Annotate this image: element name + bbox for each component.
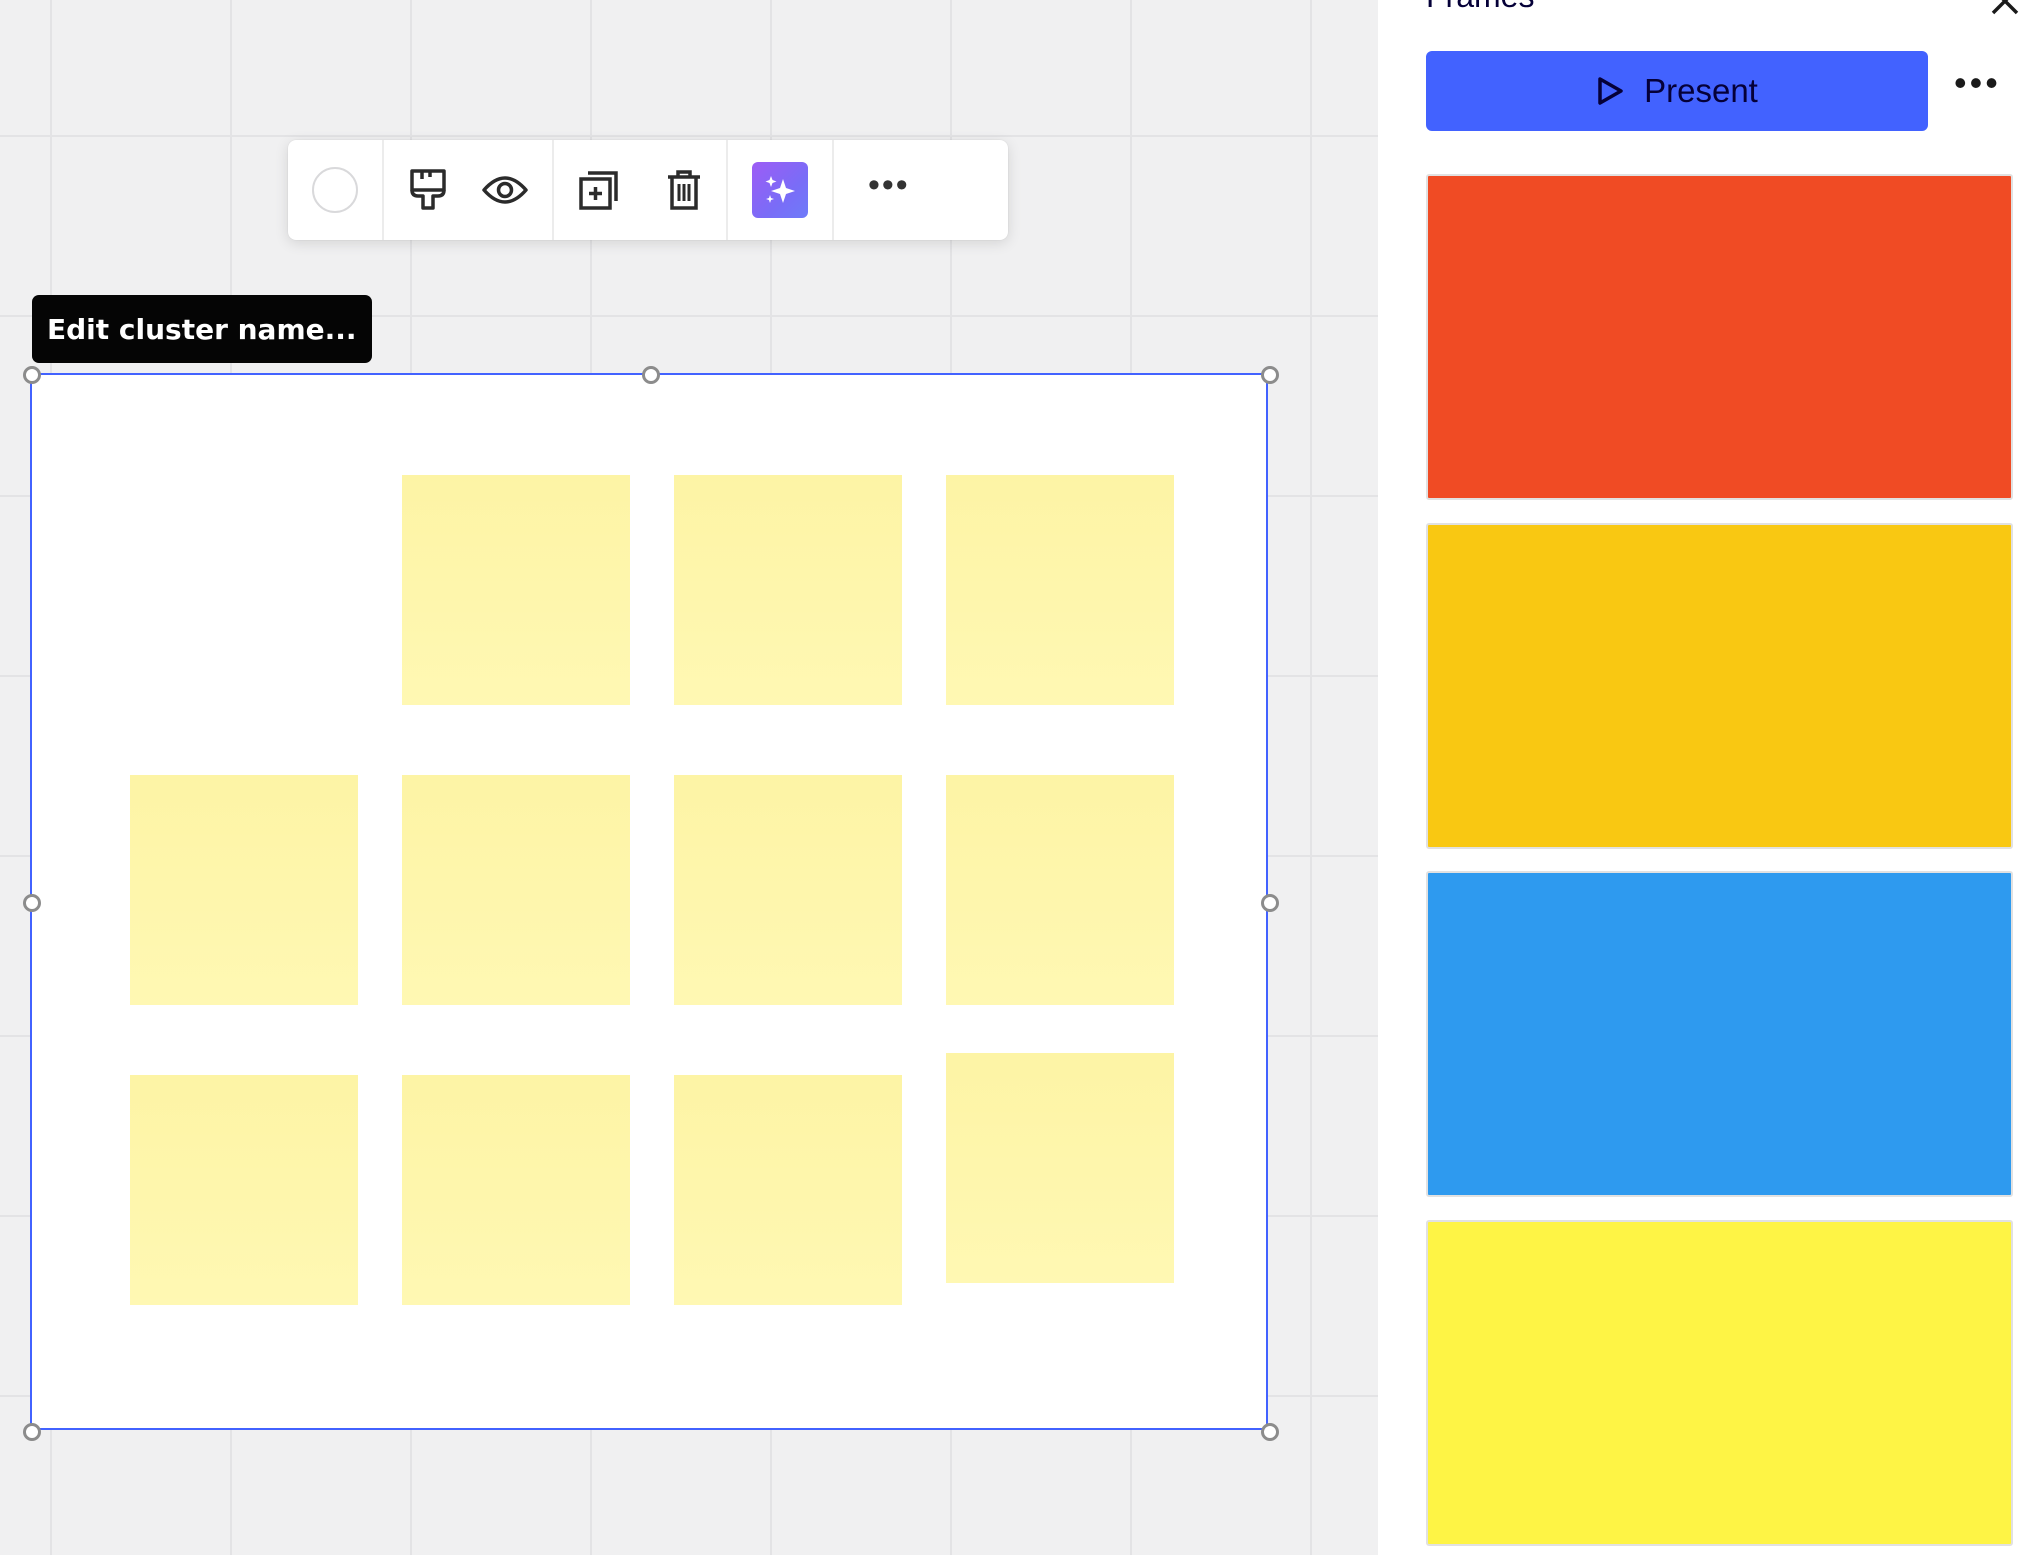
sticky-cluster[interactable] bbox=[23, 366, 1279, 1441]
sticky-note[interactable] bbox=[130, 1075, 358, 1305]
board-canvas[interactable]: ••• Edit cluster name... bbox=[0, 0, 1378, 1555]
sticky-note[interactable] bbox=[946, 775, 1174, 1005]
ai-sparkle-icon bbox=[765, 176, 795, 203]
frames-panel: Frames Present ••• bbox=[1378, 0, 2037, 1555]
sticky-note[interactable] bbox=[946, 475, 1174, 705]
frame-thumbnail-orange[interactable] bbox=[1426, 523, 2013, 849]
view-button[interactable] bbox=[482, 175, 528, 205]
resize-handle-top-left[interactable] bbox=[23, 366, 41, 384]
ai-assist-button[interactable] bbox=[752, 162, 808, 218]
panel-title: Frames bbox=[1426, 0, 1534, 15]
sticky-note[interactable] bbox=[674, 1075, 902, 1305]
format-paint-button[interactable] bbox=[408, 168, 448, 212]
resize-handle-top-right[interactable] bbox=[1261, 366, 1279, 384]
sticky-note[interactable] bbox=[674, 475, 902, 705]
present-button[interactable]: Present bbox=[1426, 51, 1928, 131]
trash-icon bbox=[668, 170, 700, 210]
sticky-note[interactable] bbox=[946, 1053, 1174, 1283]
frame-thumbnail-blue[interactable] bbox=[1426, 871, 2013, 1197]
sticky-note[interactable] bbox=[402, 775, 630, 1005]
close-icon[interactable] bbox=[1990, 0, 2020, 16]
resize-handle-left[interactable] bbox=[23, 894, 41, 912]
resize-handle-bottom-left[interactable] bbox=[23, 1423, 41, 1441]
frame-thumbnail-red[interactable] bbox=[1426, 174, 2013, 500]
duplicate-icon bbox=[579, 171, 618, 210]
resize-handle-bottom-right[interactable] bbox=[1261, 1423, 1279, 1441]
delete-button[interactable] bbox=[666, 169, 702, 211]
resize-handle-right[interactable] bbox=[1261, 894, 1279, 912]
context-toolbar: ••• bbox=[288, 140, 1008, 240]
sticky-note[interactable] bbox=[402, 1075, 630, 1305]
more-options-button[interactable]: ••• bbox=[868, 168, 910, 202]
frame-thumbnail-yellow[interactable] bbox=[1426, 1220, 2013, 1546]
resize-handle-top[interactable] bbox=[642, 366, 660, 384]
sticky-note[interactable] bbox=[402, 475, 630, 705]
sticky-note[interactable] bbox=[674, 775, 902, 1005]
present-label: Present bbox=[1644, 72, 1758, 109]
edit-cluster-name-tooltip[interactable]: Edit cluster name... bbox=[32, 295, 372, 363]
more-icon: ••• bbox=[868, 166, 910, 204]
panel-more-icon[interactable]: ••• bbox=[1954, 62, 2001, 104]
color-circle-icon bbox=[312, 167, 358, 213]
duplicate-button[interactable] bbox=[578, 169, 620, 211]
sticky-note[interactable] bbox=[130, 775, 358, 1005]
eye-icon bbox=[482, 176, 528, 204]
color-picker-button[interactable] bbox=[312, 167, 358, 213]
play-icon bbox=[1598, 77, 1623, 105]
format-paint-icon bbox=[410, 169, 446, 210]
